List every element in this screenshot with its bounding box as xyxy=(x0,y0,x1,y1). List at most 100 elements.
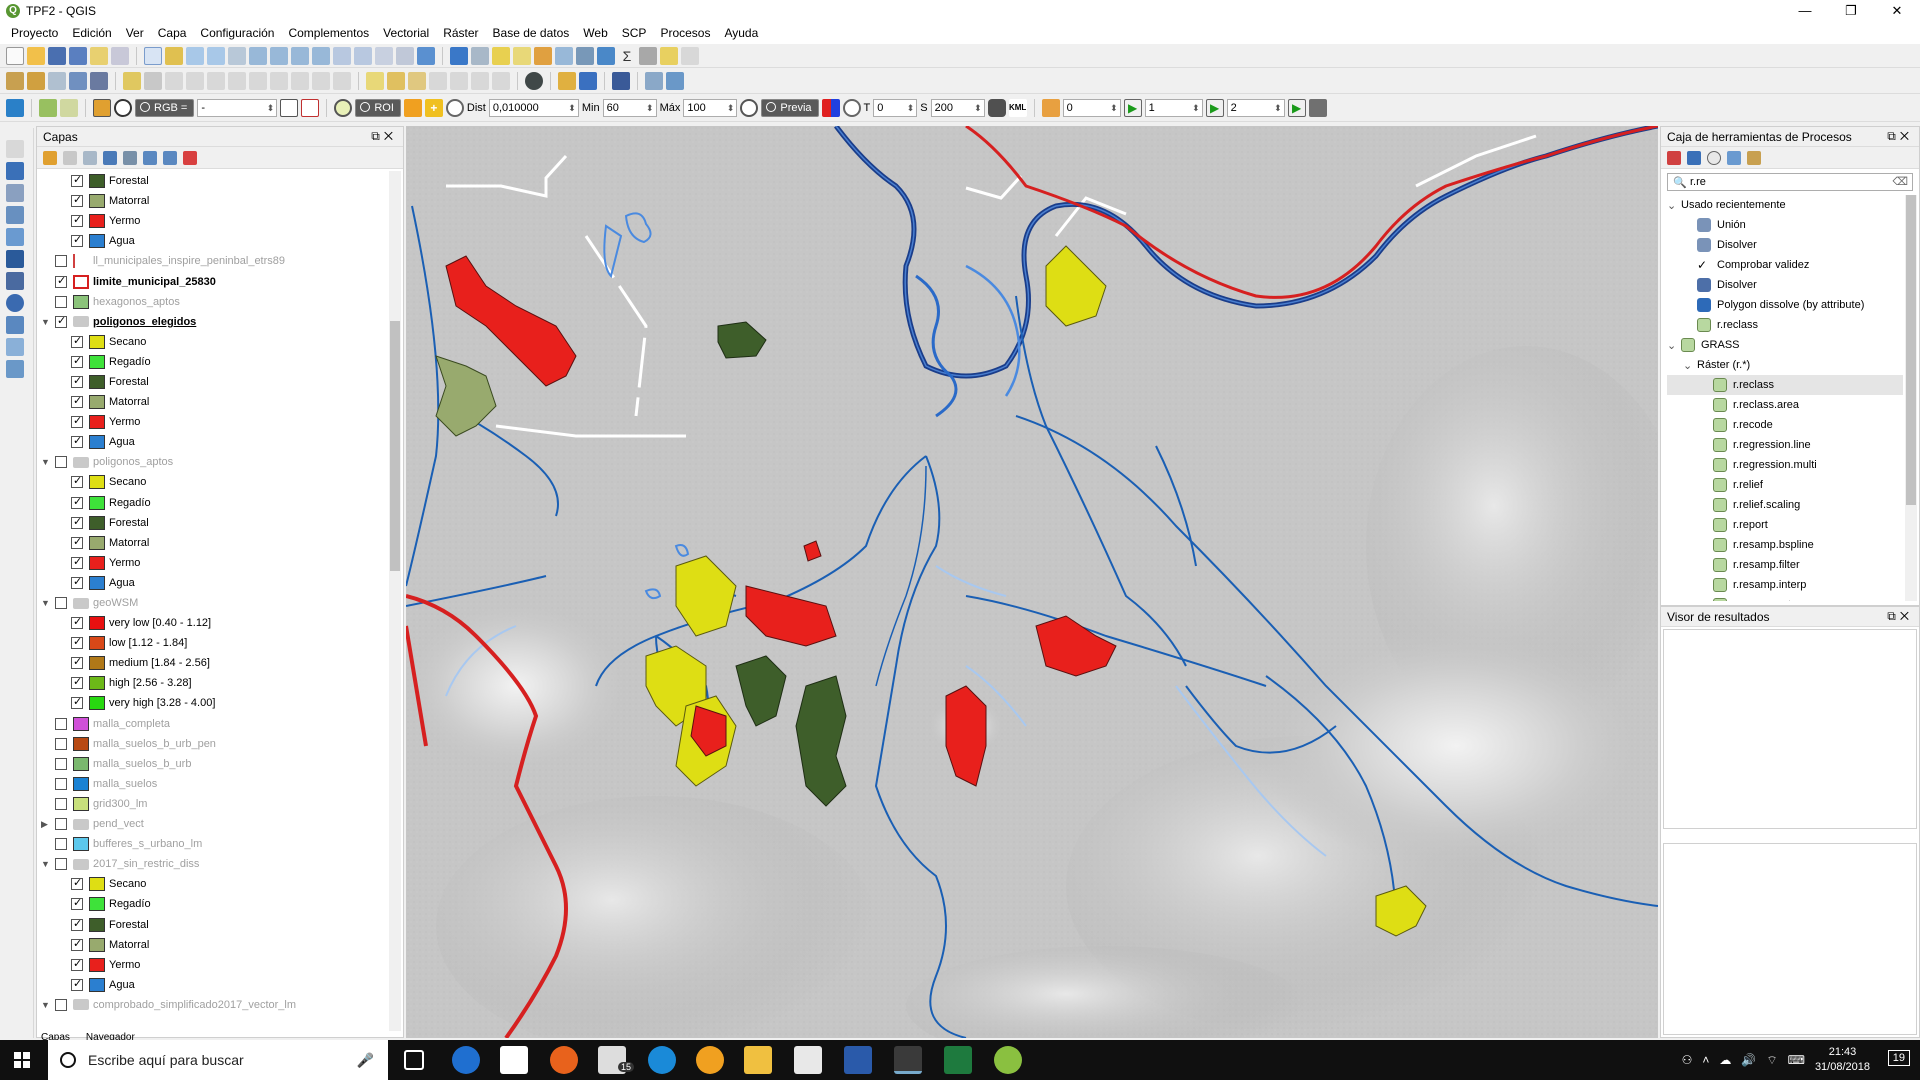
processing-item[interactable]: r.resamp.bspline xyxy=(1667,535,1903,555)
scp-band-set-icon[interactable] xyxy=(558,71,576,90)
processing-float-close-icon[interactable]: ⧉✕ xyxy=(1887,129,1913,144)
layer-checkbox[interactable] xyxy=(71,374,83,388)
photos-icon[interactable] xyxy=(794,1046,822,1074)
layer-row[interactable]: malla_suelos_b_urb xyxy=(37,754,387,774)
layer-row[interactable]: ▶ pend_vect xyxy=(37,814,387,834)
layer-checkbox[interactable] xyxy=(71,655,83,670)
move-label-icon[interactable] xyxy=(429,71,447,90)
georeferencer-icon[interactable] xyxy=(645,71,663,90)
zoom-to-selection-icon[interactable] xyxy=(270,46,288,65)
clock[interactable]: 21:43 31/08/2018 xyxy=(1815,1045,1870,1075)
save-edits-icon[interactable] xyxy=(165,71,183,90)
layer-row[interactable]: Regadío xyxy=(37,894,387,914)
grid-icon[interactable] xyxy=(1041,98,1060,117)
scp-classification-preview-icon[interactable] xyxy=(821,98,840,117)
scp-zoom-preview-icon[interactable] xyxy=(740,98,759,117)
zoom-last-icon[interactable] xyxy=(333,46,351,65)
add-vector-side-icon[interactable] xyxy=(6,140,24,158)
menu-scp[interactable]: SCP xyxy=(615,26,654,40)
add-wfs-side-icon[interactable] xyxy=(6,338,24,356)
diagram-tool-icon[interactable] xyxy=(492,71,510,90)
statistics-icon[interactable]: Σ xyxy=(618,46,636,65)
layer-checkbox[interactable] xyxy=(71,394,83,409)
layer-row[interactable]: Matorral xyxy=(37,191,387,211)
results-float-close-icon[interactable]: ⧉✕ xyxy=(1887,609,1913,624)
layer-row[interactable]: ll_municipales_inspire_peninbal_etrs89 xyxy=(37,251,387,271)
layer-checkbox[interactable] xyxy=(71,233,83,248)
layer-row[interactable]: high [2.56 - 3.28] xyxy=(37,673,387,693)
rgb-select[interactable]: - xyxy=(197,98,278,117)
results-list[interactable] xyxy=(1663,629,1917,829)
collapse-arrow-icon[interactable]: ▼ xyxy=(41,1000,50,1010)
layer-checkbox[interactable] xyxy=(55,737,67,750)
add-wms-side-icon[interactable] xyxy=(6,294,24,312)
expand-arrow-icon[interactable]: ▶ xyxy=(41,819,48,830)
layer-checkbox[interactable] xyxy=(71,917,83,931)
new-map-view-icon[interactable] xyxy=(375,46,393,65)
layer-row[interactable]: malla_completa xyxy=(37,714,387,734)
layer-checkbox[interactable] xyxy=(55,858,67,871)
scp-redo-roi-icon[interactable] xyxy=(445,98,464,117)
menu-proyecto[interactable]: Proyecto xyxy=(4,26,65,40)
processing-item[interactable]: r.regression.multi xyxy=(1667,455,1903,475)
processing-item[interactable]: ✓ Comprobar validez xyxy=(1667,255,1903,275)
excel-icon[interactable] xyxy=(944,1046,972,1074)
layer-row[interactable]: medium [1.84 - 2.56] xyxy=(37,653,387,673)
processing-item[interactable]: ⌄ Ráster (r.*) xyxy=(1667,355,1903,375)
measure-icon[interactable] xyxy=(639,46,657,65)
new-project-icon[interactable] xyxy=(6,46,24,65)
layer-checkbox[interactable] xyxy=(71,414,83,429)
processing-item[interactable]: r.reclass.area xyxy=(1667,395,1903,415)
notification-center-icon[interactable]: 19 xyxy=(1887,1050,1910,1066)
scp-zoom-roi-icon[interactable] xyxy=(334,98,353,117)
layer-checkbox[interactable] xyxy=(55,255,67,268)
tree-expand-icon[interactable]: ⌄ xyxy=(1667,199,1681,212)
layer-checkbox[interactable] xyxy=(71,695,83,710)
menu-raster[interactable]: Ráster xyxy=(436,26,485,40)
processing-item[interactable]: r.relief.scaling xyxy=(1667,495,1903,515)
change-label-icon[interactable] xyxy=(471,71,489,90)
layer-checkbox[interactable] xyxy=(71,213,83,228)
bookmark-icon[interactable] xyxy=(396,46,414,65)
zoom-to-layer-icon[interactable] xyxy=(291,46,309,65)
preview-toggle[interactable]: Previa xyxy=(761,98,819,117)
scp-dock-icon[interactable] xyxy=(525,71,543,90)
add-mesh-side-icon[interactable] xyxy=(6,184,24,202)
filter-expression-icon[interactable] xyxy=(123,150,137,165)
layer-checkbox[interactable] xyxy=(55,295,67,308)
layer-row[interactable]: Agua xyxy=(37,432,387,452)
t-input[interactable]: 0 xyxy=(873,98,918,117)
layer-row[interactable]: Yermo xyxy=(37,553,387,573)
layer-checkbox[interactable] xyxy=(55,777,67,790)
zoom-out-icon[interactable] xyxy=(207,46,225,65)
expand-all-icon[interactable] xyxy=(143,150,157,165)
zoom-in-icon[interactable] xyxy=(186,46,204,65)
layer-row[interactable]: Matorral xyxy=(37,935,387,955)
add-postgis-side-icon[interactable] xyxy=(6,250,24,268)
layer-checkbox[interactable] xyxy=(55,797,67,810)
layer-checkbox[interactable] xyxy=(55,274,67,288)
network-icon[interactable]: ⌔ xyxy=(1766,1053,1777,1068)
options-icon[interactable] xyxy=(1747,150,1761,165)
play-2-icon[interactable]: ▶ xyxy=(1205,98,1224,117)
layer-checkbox[interactable] xyxy=(55,838,67,851)
processing-item[interactable]: Unión xyxy=(1667,215,1903,235)
dist-input[interactable]: 0,010000 xyxy=(488,98,579,117)
scp-input-image-icon[interactable] xyxy=(6,98,24,117)
clear-search-icon[interactable]: ⌫ xyxy=(1892,174,1908,190)
layer-checkbox[interactable] xyxy=(71,334,83,348)
collapse-arrow-icon[interactable]: ▼ xyxy=(41,859,50,869)
kml-icon[interactable]: KML xyxy=(1008,98,1027,117)
add-mssql-side-icon[interactable] xyxy=(6,272,24,290)
layer-row[interactable]: Secano xyxy=(37,472,387,492)
vertex-tool-icon[interactable] xyxy=(207,71,225,90)
map-canvas[interactable] xyxy=(406,126,1658,1038)
results-detail[interactable] xyxy=(1663,843,1917,1035)
action-icon[interactable] xyxy=(471,46,489,65)
map-tips-icon[interactable] xyxy=(660,46,678,65)
processing-item[interactable]: Disolver xyxy=(1667,235,1903,255)
processing-item[interactable]: r.resamp.filter xyxy=(1667,555,1903,575)
add-group-icon[interactable] xyxy=(63,150,77,165)
scp-stretch-icon[interactable] xyxy=(280,98,299,117)
edge-icon[interactable] xyxy=(452,1046,480,1074)
